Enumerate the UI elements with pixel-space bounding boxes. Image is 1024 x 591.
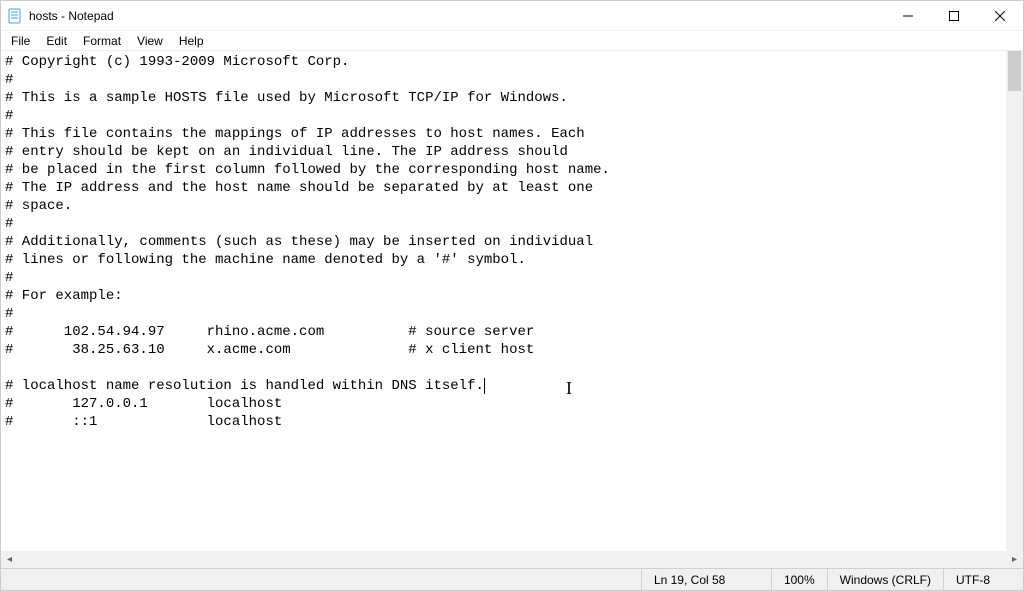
status-encoding: UTF-8	[943, 569, 1023, 590]
status-spacer	[1, 569, 641, 590]
close-button[interactable]	[977, 1, 1023, 31]
menu-edit[interactable]: Edit	[38, 32, 75, 50]
menu-help[interactable]: Help	[171, 32, 212, 50]
status-line-ending: Windows (CRLF)	[827, 569, 943, 590]
minimize-button[interactable]	[885, 1, 931, 31]
text-cursor-icon: I	[566, 379, 572, 397]
status-cursor-position: Ln 19, Col 58	[641, 569, 771, 590]
menu-file[interactable]: File	[3, 32, 38, 50]
scroll-left-arrow-icon[interactable]: ◂	[1, 551, 18, 568]
menu-format[interactable]: Format	[75, 32, 129, 50]
status-zoom: 100%	[771, 569, 827, 590]
menu-view[interactable]: View	[129, 32, 171, 50]
vertical-scrollbar-thumb[interactable]	[1008, 51, 1021, 91]
status-bar: Ln 19, Col 58 100% Windows (CRLF) UTF-8	[1, 568, 1023, 590]
notepad-icon	[7, 8, 23, 24]
horizontal-scrollbar[interactable]: ◂ ▸	[1, 551, 1023, 568]
title-bar: hosts - Notepad	[1, 1, 1023, 31]
window-title: hosts - Notepad	[29, 9, 114, 23]
text-editor[interactable]: # Copyright (c) 1993-2009 Microsoft Corp…	[1, 51, 1023, 551]
scroll-right-arrow-icon[interactable]: ▸	[1006, 551, 1023, 568]
menu-bar: File Edit Format View Help	[1, 31, 1023, 51]
editor-area: # Copyright (c) 1993-2009 Microsoft Corp…	[1, 51, 1023, 568]
vertical-scrollbar[interactable]	[1006, 51, 1023, 551]
maximize-button[interactable]	[931, 1, 977, 31]
